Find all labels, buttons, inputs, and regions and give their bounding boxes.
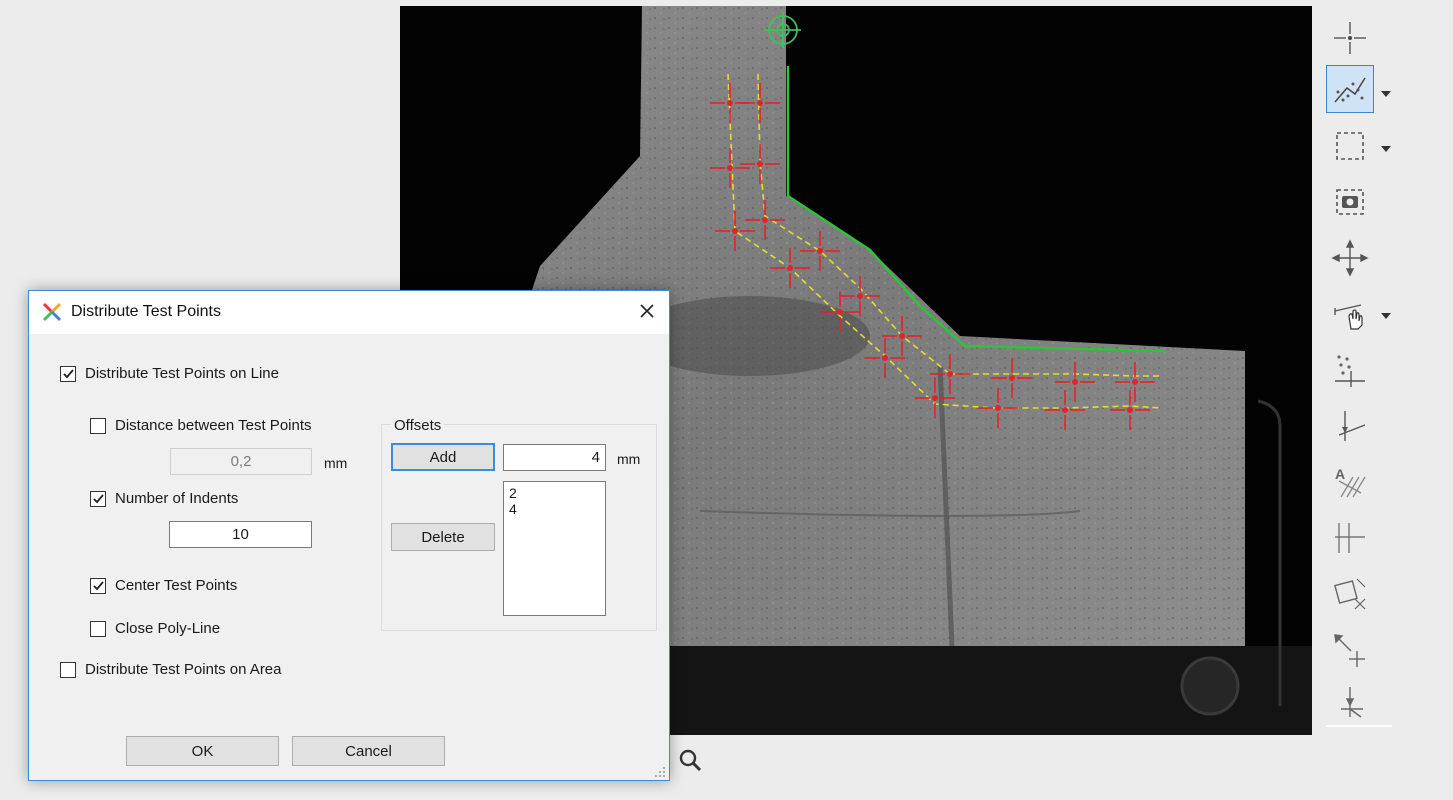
text-hatch-icon[interactable]: A	[1326, 458, 1374, 506]
offset-unit-label: mm	[617, 451, 641, 467]
app-logo-icon	[41, 301, 63, 323]
checkbox-box[interactable]	[60, 661, 76, 678]
distribute-on-line-label: Distribute Test Points on Line	[85, 365, 279, 382]
close-icon	[639, 303, 655, 323]
dialog-title: Distribute Test Points	[71, 303, 221, 320]
angle-line-icon[interactable]	[1326, 402, 1374, 450]
chevron-down-icon[interactable]	[1380, 86, 1392, 97]
diagonal-arrows-icon[interactable]	[1326, 626, 1374, 674]
zoom-icon[interactable]	[678, 748, 704, 774]
cancel-button[interactable]: Cancel	[292, 736, 445, 766]
point-grid-icon[interactable]	[1326, 346, 1374, 394]
crosshair-point-icon[interactable]	[1326, 14, 1374, 62]
list-item[interactable]: 2	[509, 485, 600, 501]
distribute-on-line-checkbox[interactable]: Distribute Test Points on Line	[60, 365, 279, 382]
distribute-test-points-dialog: Distribute Test Points Distribute Test P…	[28, 290, 670, 781]
dialog-titlebar[interactable]: Distribute Test Points	[29, 291, 669, 334]
svg-text:A: A	[1335, 466, 1345, 482]
corner-arrow-icon[interactable]	[1326, 678, 1374, 726]
distribute-line-points-icon[interactable]	[1326, 65, 1374, 113]
checkmark-icon	[92, 494, 104, 504]
distribute-on-area-checkbox[interactable]: Distribute Test Points on Area	[60, 661, 282, 678]
delete-offset-button[interactable]: Delete	[391, 523, 495, 551]
number-of-indents-label: Number of Indents	[115, 490, 239, 507]
chevron-down-icon[interactable]	[1380, 308, 1392, 319]
ok-button[interactable]: OK	[126, 736, 279, 766]
center-test-points-checkbox[interactable]: Center Test Points	[90, 577, 237, 594]
number-of-indents-checkbox[interactable]: Number of Indents	[90, 490, 238, 507]
center-test-points-label: Center Test Points	[115, 577, 238, 594]
hand-pointer-icon[interactable]	[1326, 290, 1374, 338]
offset-value-field[interactable]: 4	[503, 444, 606, 471]
resize-grip-icon[interactable]	[654, 765, 666, 777]
close-poly-line-label: Close Poly-Line	[115, 620, 221, 637]
rectangle-select-icon[interactable]	[1326, 122, 1374, 170]
checkbox-box[interactable]	[60, 365, 76, 382]
number-of-indents-field[interactable]: 10	[169, 521, 312, 548]
add-offset-button[interactable]: Add	[391, 443, 495, 471]
distance-unit-label: mm	[324, 455, 348, 471]
checkbox-box[interactable]	[90, 620, 106, 637]
checkmark-icon	[62, 369, 74, 379]
checkmark-icon	[92, 581, 104, 591]
checkbox-box[interactable]	[90, 417, 106, 434]
checkbox-box[interactable]	[90, 490, 106, 507]
distance-between-checkbox[interactable]: Distance between Test Points	[90, 417, 312, 434]
offset-list[interactable]: 2 4	[503, 481, 606, 616]
rotate-rectangle-icon[interactable]	[1326, 570, 1374, 618]
close-button[interactable]	[625, 291, 669, 334]
measurement-toolbar: A	[1322, 8, 1398, 732]
toolbar-divider	[1326, 725, 1392, 727]
perpendicular-icon[interactable]	[1326, 514, 1374, 562]
close-poly-line-checkbox[interactable]: Close Poly-Line	[90, 620, 220, 637]
checkbox-box[interactable]	[90, 577, 106, 594]
list-item[interactable]: 4	[509, 501, 600, 517]
distance-field[interactable]: 0,2	[170, 448, 312, 475]
move-arrows-icon[interactable]	[1326, 234, 1374, 282]
distance-between-label: Distance between Test Points	[115, 417, 312, 434]
distribute-on-area-label: Distribute Test Points on Area	[85, 661, 282, 678]
offsets-group-label: Offsets	[391, 417, 445, 434]
camera-capture-icon[interactable]	[1326, 178, 1374, 226]
chevron-down-icon[interactable]	[1380, 141, 1392, 152]
